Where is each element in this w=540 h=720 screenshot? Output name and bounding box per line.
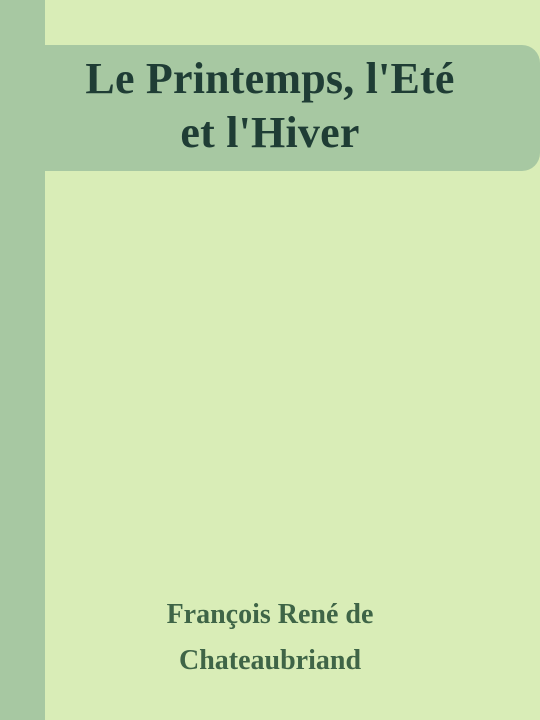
book-title: Le Printemps, l'Eté et l'Hiver xyxy=(0,52,540,160)
book-author: François René de Chateaubriand xyxy=(0,592,540,684)
book-title-line-1: Le Printemps, l'Eté xyxy=(85,54,455,103)
book-author-line-1: François René de xyxy=(166,599,374,630)
book-cover: Le Printemps, l'Eté et l'Hiver François … xyxy=(0,0,540,720)
book-title-line-2: et l'Hiver xyxy=(180,108,360,157)
book-author-line-2: Chateaubriand xyxy=(178,645,362,676)
